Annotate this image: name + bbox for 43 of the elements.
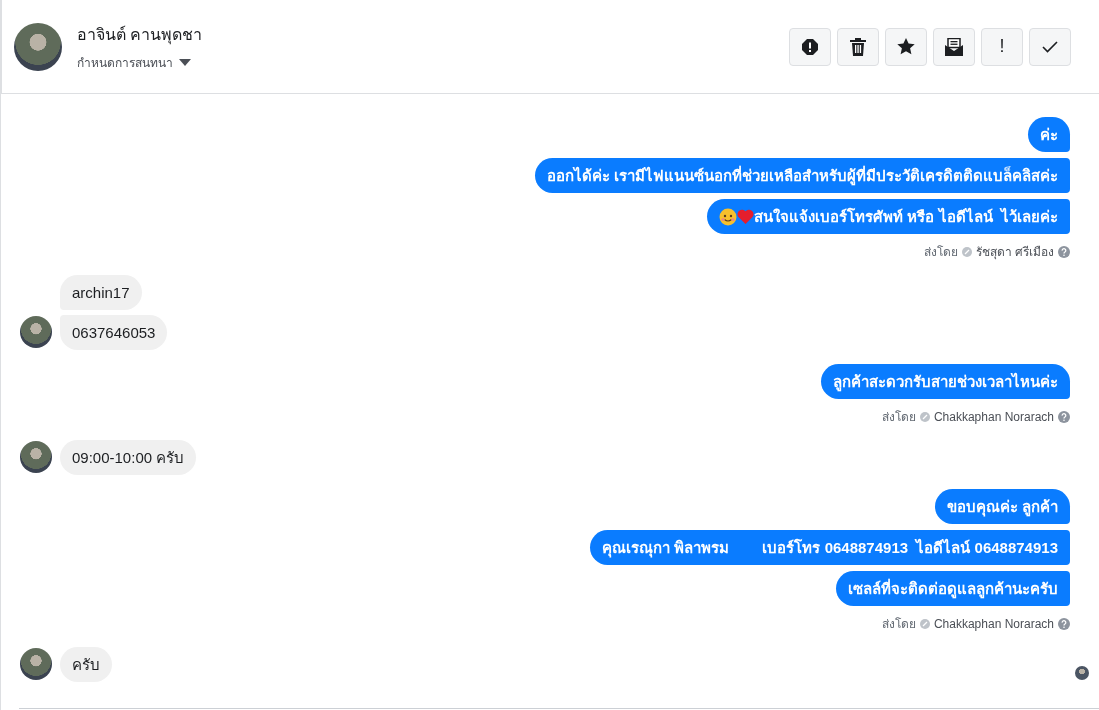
message-bubble: ออกได้ค่ะ เรามีไฟแนนซ์นอกที่ช่วยเหลือสำหรับผู้ที่มีประวัติเครดิตติดแบล็คลิสค่ะ (534, 158, 1070, 193)
important-button[interactable]: ! (981, 27, 1023, 66)
message-bubble: เซลล์ที่จะติดต่อดูแลลูกค้านะครับ (836, 571, 1070, 606)
sender-name: รัชสุดา ศรีเมือง (975, 244, 1054, 261)
sent-by-label: ส่งโดย (923, 244, 958, 261)
message-bubble: ค่ะ (1028, 117, 1070, 152)
unread-button[interactable] (933, 27, 975, 66)
sent-by-label: ส่งโดย (881, 616, 916, 633)
smiling-face-icon (719, 207, 738, 226)
message-bubble: ครับ (60, 647, 112, 682)
profile-photo (20, 441, 52, 473)
contact-name: อาจินต์ คานพุดชา (77, 24, 204, 47)
sent-by-label: ส่งโดย (881, 409, 916, 426)
sender-name: Chakkaphan Norarach (933, 409, 1054, 424)
star-icon (897, 38, 915, 55)
help-icon[interactable] (1058, 245, 1070, 258)
alert-icon (801, 37, 819, 56)
spam-button[interactable] (789, 27, 831, 66)
verified-icon (919, 618, 930, 629)
message-bubble: 0637646053 (60, 315, 168, 350)
heart-icon (737, 209, 755, 224)
profile-photo (20, 648, 52, 680)
help-icon[interactable] (1058, 410, 1070, 423)
message-bubble: ขอบคุณค่ะ ลูกค้า (934, 489, 1070, 524)
envelope-icon (945, 37, 963, 56)
message-bubble: ลูกค้าสะดวกรับสายช่วงเวลาไหนค่ะ (821, 364, 1070, 399)
delete-button[interactable] (837, 27, 879, 66)
caret-icon (179, 58, 191, 66)
verified-icon (919, 411, 930, 422)
message-bubble: 09:00-10:00 ครับ (60, 440, 197, 475)
profile-photo (20, 316, 52, 348)
trash-icon (850, 37, 866, 56)
help-icon[interactable] (1058, 617, 1070, 630)
star-button[interactable] (885, 27, 927, 66)
message-bubble: คุณเรณุกา พิลาพรม เบอร์โทร 0648874913 ไอดีไลน์ 0648874913 (589, 530, 1070, 565)
conversation-menu[interactable]: กำหนดการสนทนา (77, 52, 191, 72)
verified-icon (961, 246, 972, 257)
profile-photo (14, 22, 62, 71)
message-bubble: archin17 (60, 275, 142, 310)
done-button[interactable] (1029, 27, 1071, 66)
sender-name: Chakkaphan Norarach (933, 616, 1054, 631)
checkmark-icon (1042, 40, 1058, 53)
message-bubble: สนใจแจ้งเบอร์โทรศัพท์ หรือ ไอดีไลน์ ไว้เลยค่ะ (707, 199, 1070, 234)
